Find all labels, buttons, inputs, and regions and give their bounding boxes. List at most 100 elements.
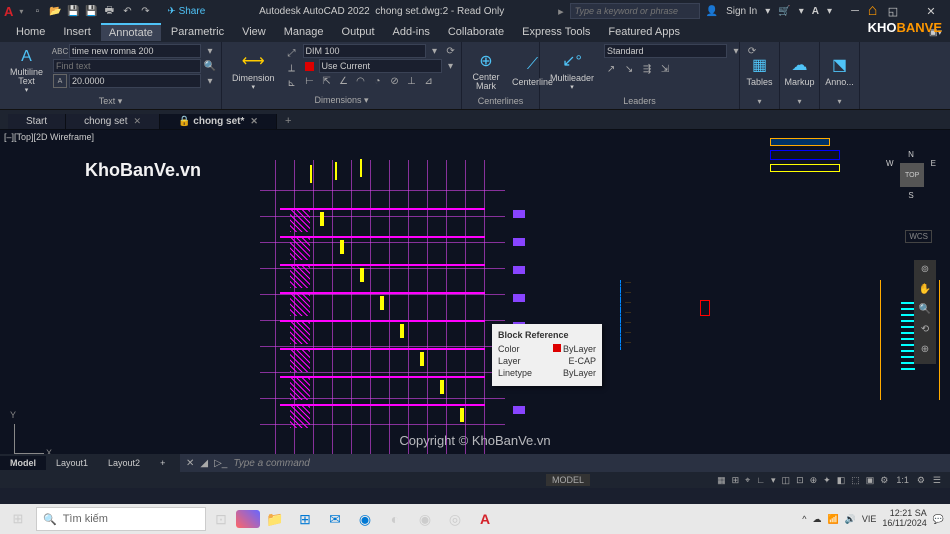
autocad-icon[interactable]: A bbox=[470, 504, 500, 534]
layout-tab[interactable]: Layout1 bbox=[46, 456, 98, 470]
steering-icon[interactable]: ⊕ bbox=[917, 344, 933, 360]
menu-output[interactable]: Output bbox=[334, 24, 383, 40]
status-toggle[interactable]: ⊡ bbox=[793, 475, 807, 485]
autodesk-icon[interactable]: 🛒 bbox=[778, 6, 790, 17]
help-icon[interactable]: A bbox=[812, 6, 819, 17]
edge-icon[interactable]: ◉ bbox=[350, 504, 380, 534]
anno-button[interactable]: ⬔Anno... bbox=[824, 44, 855, 96]
wcs-label[interactable]: WCS bbox=[905, 230, 932, 243]
markup-button[interactable]: ☁Markup bbox=[784, 44, 815, 96]
multileader-button[interactable]: ↙°Multileader▾ bbox=[544, 44, 600, 96]
viewport-label[interactable]: [–][Top][2D Wireframe] bbox=[4, 132, 94, 142]
multiline-text-button[interactable]: A Multiline Text ▾ bbox=[4, 44, 49, 96]
file-tab[interactable]: 🔒 chong set*✕ bbox=[160, 114, 277, 129]
menu-insert[interactable]: Insert bbox=[55, 24, 99, 40]
close-cmd-icon[interactable]: ✕ bbox=[186, 458, 194, 469]
status-toggle[interactable]: ◧ bbox=[834, 475, 849, 485]
diameter-icon[interactable]: ⊘ bbox=[388, 74, 402, 88]
status-toggle[interactable]: ⬚ bbox=[848, 475, 863, 485]
status-toggle[interactable]: ⊞ bbox=[729, 475, 743, 485]
store-icon[interactable]: ⊞ bbox=[290, 504, 320, 534]
save-icon[interactable]: 💾 bbox=[65, 3, 81, 19]
status-toggle[interactable]: ⚙ bbox=[877, 475, 891, 485]
saveas-icon[interactable]: 💾 bbox=[83, 3, 99, 19]
side-detail-1[interactable]: ····················· bbox=[620, 280, 720, 400]
status-toggle[interactable]: ✦ bbox=[820, 475, 834, 485]
file-tab[interactable]: chong set✕ bbox=[66, 114, 160, 129]
find-text-input[interactable] bbox=[53, 59, 201, 73]
add-leader-icon[interactable]: ↗ bbox=[604, 62, 618, 76]
viewcube[interactable]: N WTOPE S bbox=[886, 150, 936, 210]
fullnav-icon[interactable]: ⊚ bbox=[917, 264, 933, 280]
dim-sub3-icon[interactable]: ⊾ bbox=[285, 76, 299, 90]
menu-featured-apps[interactable]: Featured Apps bbox=[600, 24, 688, 40]
collect-leader-icon[interactable]: ⇲ bbox=[658, 62, 672, 76]
minimize-button[interactable]: ─ bbox=[840, 5, 870, 17]
volume-icon[interactable]: 🔊 bbox=[845, 514, 856, 525]
customize-icon[interactable]: ☰ bbox=[930, 475, 944, 486]
explorer-icon[interactable]: 📁 bbox=[260, 504, 290, 534]
start-button[interactable]: ⊞ bbox=[0, 504, 36, 534]
remove-leader-icon[interactable]: ↘ bbox=[622, 62, 636, 76]
user-icon[interactable]: 👤 bbox=[706, 6, 718, 17]
dim-sub1-icon[interactable]: ⤢ bbox=[285, 46, 299, 60]
mail-icon[interactable]: ✉ bbox=[320, 504, 350, 534]
ucs-icon[interactable]: Y X bbox=[14, 414, 54, 454]
menu-manage[interactable]: Manage bbox=[276, 24, 332, 40]
menu-parametric[interactable]: Parametric bbox=[163, 24, 232, 40]
open-icon[interactable]: 📂 bbox=[47, 3, 63, 19]
menu-add-ins[interactable]: Add-ins bbox=[385, 24, 438, 40]
dim-style-select[interactable] bbox=[303, 44, 426, 58]
abc-icon[interactable]: ABC bbox=[53, 44, 67, 58]
text-height-input[interactable] bbox=[69, 74, 201, 88]
zoom-icon[interactable]: 🔍 bbox=[917, 304, 933, 320]
tables-button[interactable]: ▦Tables bbox=[744, 44, 775, 96]
menu-collaborate[interactable]: Collaborate bbox=[440, 24, 512, 40]
onedrive-icon[interactable]: ☁ bbox=[812, 514, 821, 525]
drawing-content[interactable] bbox=[260, 160, 505, 455]
search-icon[interactable]: 🔍 bbox=[203, 59, 217, 73]
redo-icon[interactable]: ↷ bbox=[137, 3, 153, 19]
taskbar-search[interactable]: 🔍 Tìm kiếm bbox=[36, 507, 206, 531]
menu-view[interactable]: View bbox=[234, 24, 274, 40]
undo-icon[interactable]: ↶ bbox=[119, 3, 135, 19]
dim-update-icon[interactable]: ⟳ bbox=[444, 44, 458, 58]
centermark-button[interactable]: ⊕Center Mark bbox=[466, 44, 506, 96]
dim-layer-select[interactable] bbox=[319, 59, 442, 73]
linear-icon[interactable]: ⊢ bbox=[303, 74, 317, 88]
anno-scale-status[interactable]: 1:1 bbox=[893, 475, 912, 485]
widget-icon[interactable] bbox=[236, 510, 260, 528]
file-tab[interactable]: Start bbox=[8, 114, 66, 129]
font-select[interactable] bbox=[69, 44, 201, 58]
signin-button[interactable]: Sign In bbox=[726, 6, 757, 17]
pan-icon[interactable]: ✋ bbox=[917, 284, 933, 300]
panel-label-leaders[interactable]: Leaders bbox=[544, 96, 735, 107]
clock-date[interactable]: 16/11/2024 bbox=[882, 519, 926, 529]
layout-tab[interactable]: Layout2 bbox=[98, 456, 150, 470]
menu-annotate[interactable]: Annotate bbox=[101, 23, 161, 41]
status-toggle[interactable]: ▣ bbox=[863, 475, 878, 485]
close-tab-icon[interactable]: ✕ bbox=[134, 116, 142, 127]
aligned-icon[interactable]: ⇱ bbox=[320, 74, 334, 88]
status-toggle[interactable]: ⌖ bbox=[742, 475, 753, 485]
chrome-icon[interactable]: ◉ bbox=[410, 504, 440, 534]
side-detail-2[interactable] bbox=[770, 138, 850, 178]
radius-icon[interactable]: ◔ bbox=[371, 74, 385, 88]
cmd-options-icon[interactable]: ◢ bbox=[200, 458, 208, 469]
drawing-canvas[interactable]: [–][Top][2D Wireframe] KhoBanVe.vn Copyr… bbox=[0, 130, 950, 488]
status-toggle[interactable]: ▦ bbox=[714, 475, 729, 485]
status-toggle[interactable]: ◫ bbox=[779, 475, 794, 485]
status-toggle[interactable]: ⊕ bbox=[807, 475, 821, 485]
gear-icon[interactable]: ⚙ bbox=[914, 475, 928, 486]
taskview-icon[interactable]: ⊡ bbox=[206, 504, 236, 534]
panel-label-dimensions[interactable]: Dimensions ▾ bbox=[226, 95, 457, 107]
angular-icon[interactable]: ∠ bbox=[337, 74, 351, 88]
menu-express-tools[interactable]: Express Tools bbox=[514, 24, 598, 40]
arc-icon[interactable]: ◠ bbox=[354, 74, 368, 88]
menu-home[interactable]: Home bbox=[8, 24, 53, 40]
layout-tab[interactable]: Model bbox=[0, 456, 46, 470]
plot-icon[interactable]: 🖶 bbox=[101, 3, 117, 19]
app2-icon[interactable]: ◎ bbox=[440, 504, 470, 534]
command-line[interactable]: ✕ ◢ ▷_ Type a command bbox=[180, 454, 950, 472]
notifications-icon[interactable]: 💬 bbox=[933, 514, 944, 525]
